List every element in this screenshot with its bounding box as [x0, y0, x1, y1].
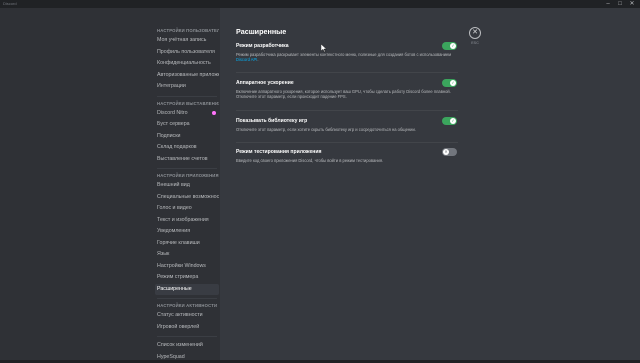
setting-title: Режим разработчика: [236, 42, 458, 50]
close-settings: ✕ ESC: [469, 27, 483, 45]
setting-title: Показывать библиотеку игр: [236, 117, 458, 125]
setting-app-test-mode: Режим тестирования приложения Введите ко…: [236, 148, 458, 163]
sidebar-item-streamer-mode[interactable]: Режим стримера: [155, 272, 219, 284]
game-library-toggle[interactable]: ✓: [442, 117, 457, 125]
toggle-knob: ✓: [450, 80, 456, 86]
minimize-button[interactable]: –: [602, 0, 614, 8]
sidebar-item-server-boost[interactable]: Буст сервера: [155, 119, 219, 131]
sidebar-item-appearance[interactable]: Внешний вид: [155, 180, 219, 192]
sidebar-header-app-settings: НАСТРОЙКИ ПРИЛОЖЕНИЯ: [155, 172, 219, 180]
hardware-acceleration-toggle[interactable]: ✓: [442, 79, 457, 87]
window-controls: – □ ✕: [602, 0, 638, 8]
setting-description: Введите код своего приложения Discord, ч…: [236, 158, 458, 163]
page-title: Расширенные: [236, 27, 286, 36]
sidebar-header-activity-settings: НАСТРОЙКИ АКТИВНОСТИ: [155, 302, 219, 310]
app-title: Discord: [3, 1, 17, 6]
sidebar-divider: [157, 336, 217, 337]
sidebar-item-text-images[interactable]: Текст и изображения: [155, 215, 219, 227]
window-titlebar: Discord – □ ✕: [0, 0, 640, 8]
setting-divider: [236, 110, 458, 111]
sidebar-item-advanced[interactable]: Расширенные: [155, 284, 219, 296]
setting-description: Режим разработчика раскрывает элементы к…: [236, 52, 458, 63]
sidebar-item-subscriptions[interactable]: Подписки: [155, 131, 219, 143]
setting-title: Аппаратное ускорение: [236, 79, 458, 87]
esc-label: ESC: [469, 41, 481, 45]
sidebar-item-nitro[interactable]: Discord Nitro: [155, 108, 219, 120]
sidebar-item-privacy[interactable]: Конфиденциальность: [155, 58, 219, 70]
app-test-mode-toggle[interactable]: ✕: [442, 148, 457, 156]
maximize-button[interactable]: □: [614, 0, 626, 8]
sidebar-item-integrations[interactable]: Интеграции: [155, 81, 219, 93]
mouse-cursor-icon: [321, 44, 327, 53]
sidebar-divider: [157, 168, 217, 169]
sidebar-item-accessibility[interactable]: Специальные возможности: [155, 192, 219, 204]
sidebar-item-gift-inventory[interactable]: Склад подарков: [155, 142, 219, 154]
window-close-button[interactable]: ✕: [626, 0, 638, 8]
sidebar-item-authorized-apps[interactable]: Авторизованные приложения: [155, 70, 219, 82]
sidebar-item-notifications[interactable]: Уведомления: [155, 226, 219, 238]
sidebar-item-language[interactable]: Язык: [155, 249, 219, 261]
sidebar-header-user-settings: НАСТРОЙКИ ПОЛЬЗОВАТЕЛЯ: [155, 27, 219, 35]
toggle-knob: ✕: [443, 149, 449, 155]
sidebar-item-hypesquad[interactable]: HypeSquad: [155, 352, 219, 363]
x-icon: ✕: [443, 149, 449, 155]
settings-content: Расширенные Режим разработчика Режим раз…: [220, 8, 640, 360]
check-icon: ✓: [450, 80, 456, 86]
close-settings-button[interactable]: ✕: [469, 27, 481, 39]
discord-api-link[interactable]: Discord API: [236, 57, 257, 62]
nitro-badge-icon: [212, 111, 216, 115]
sidebar-item-keybinds[interactable]: Горячие клавиши: [155, 238, 219, 250]
toggle-knob: ✓: [450, 118, 456, 124]
setting-hardware-acceleration: Аппаратное ускорение Включение аппаратно…: [236, 79, 458, 100]
setting-title: Режим тестирования приложения: [236, 148, 458, 156]
sidebar-item-windows-settings[interactable]: Настройки Windows: [155, 261, 219, 273]
sidebar-item-changelog[interactable]: Список изменений: [155, 340, 219, 352]
check-icon: ✓: [450, 118, 456, 124]
toggle-knob: ✓: [450, 43, 456, 49]
sidebar-divider: [157, 298, 217, 299]
setting-divider: [236, 142, 458, 143]
setting-show-game-library: Показывать библиотеку игр Отключите этот…: [236, 117, 458, 132]
setting-divider: [236, 72, 458, 73]
sidebar-item-billing[interactable]: Выставление счетов: [155, 154, 219, 166]
check-icon: ✓: [450, 43, 456, 49]
sidebar-item-my-account[interactable]: Моя учётная запись: [155, 35, 219, 47]
sidebar-item-voice-video[interactable]: Голос и видео: [155, 203, 219, 215]
setting-description: Отключите этот параметр, если хотите скр…: [236, 127, 458, 132]
sidebar-item-user-profile[interactable]: Профиль пользователя: [155, 47, 219, 59]
sidebar-item-game-overlay[interactable]: Игровой оверлей: [155, 322, 219, 334]
sidebar-divider: [157, 96, 217, 97]
setting-description: Включение аппаратного ускорения, которое…: [236, 89, 458, 100]
sidebar-header-billing-settings: НАСТРОЙКИ ВЫСТАВЛЕНИЯ СЧЕТОВ: [155, 100, 219, 108]
setting-developer-mode: Режим разработчика Режим разработчика ра…: [236, 42, 458, 63]
developer-mode-toggle[interactable]: ✓: [442, 42, 457, 50]
sidebar-item-activity-status[interactable]: Статус активности: [155, 310, 219, 322]
sidebar-item-nitro-label: Discord Nitro: [157, 110, 188, 116]
settings-sidebar: НАСТРОЙКИ ПОЛЬЗОВАТЕЛЯ Моя учётная запис…: [155, 24, 219, 363]
